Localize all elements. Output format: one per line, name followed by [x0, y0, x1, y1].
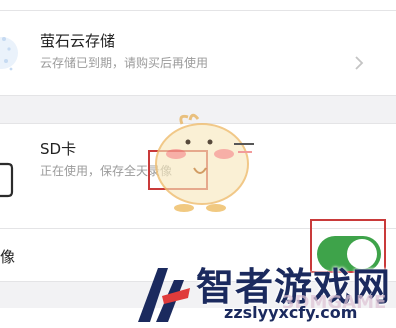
cloud-storage-icon — [0, 37, 18, 71]
cloud-storage-title: 萤石云存储 — [40, 32, 116, 50]
cloud-storage-row[interactable]: 萤石云存储 云存储已到期，请购买后再使用 — [0, 11, 396, 95]
brand-url: zzslyyxcfy.com — [224, 303, 358, 322]
cloud-storage-subtitle: 云存储已到期，请购买后再使用 — [40, 56, 209, 70]
mascot-watermark-icon — [155, 113, 254, 212]
chevron-right-icon — [355, 56, 364, 70]
sd-card-title: SD卡 — [40, 140, 77, 158]
brand-logo-icon — [138, 268, 190, 322]
sd-card-icon — [0, 162, 14, 198]
divider — [0, 95, 396, 96]
top-partial-row — [0, 0, 396, 10]
recording-label: 像 — [0, 248, 16, 266]
